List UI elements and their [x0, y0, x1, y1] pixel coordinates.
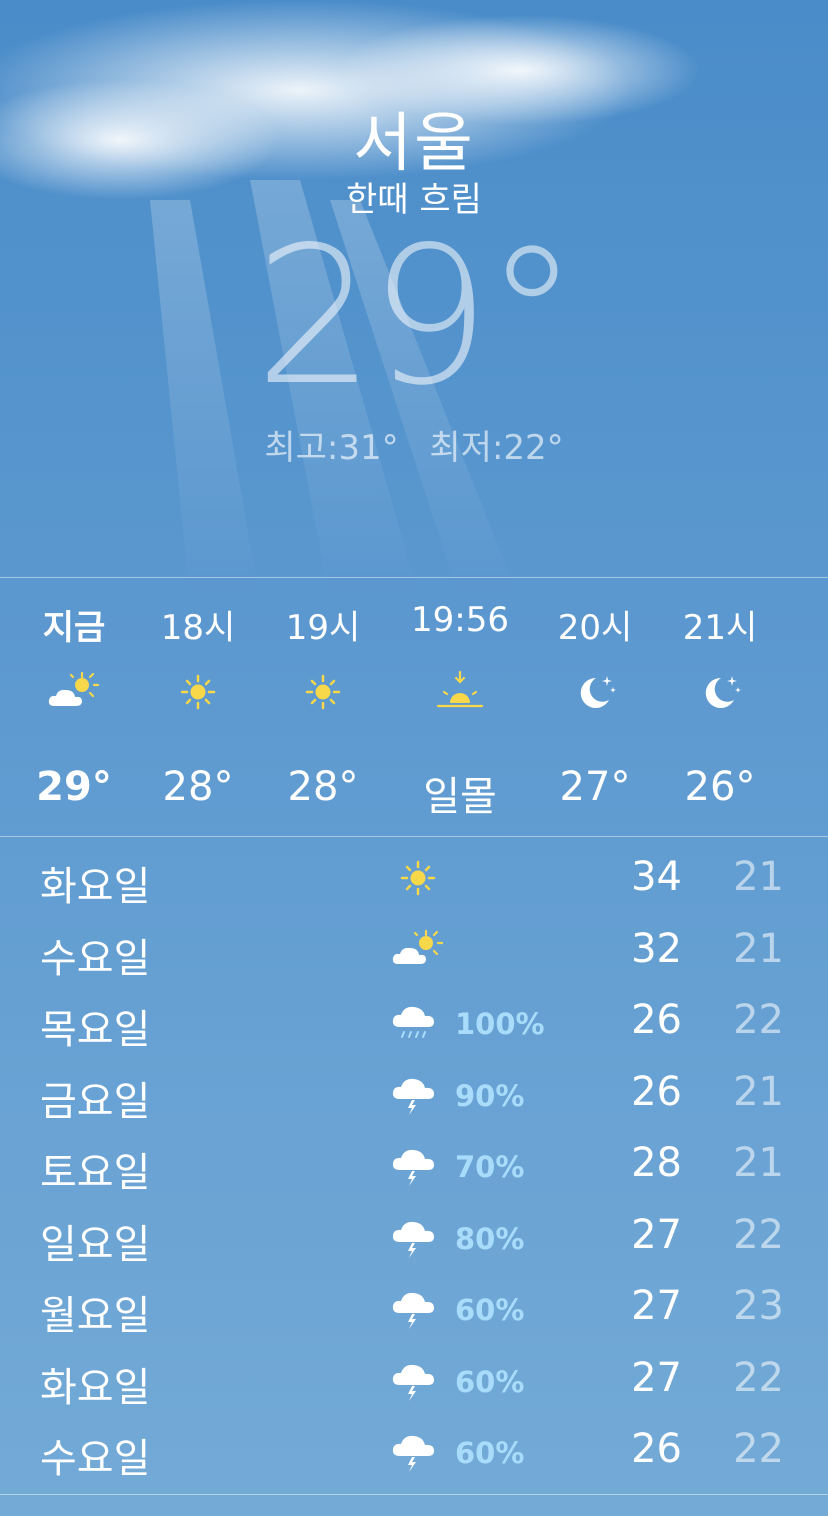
day-high: 26	[631, 997, 682, 1043]
day-name: 월요일	[40, 1293, 151, 1339]
hourly-item: 18시 28°	[138, 578, 258, 836]
day-high: 27	[631, 1354, 682, 1401]
divider	[0, 1494, 828, 1495]
day-name: 목요일	[40, 1007, 151, 1053]
high-temperature: 최고:31°	[264, 428, 399, 468]
day-name: 일요일	[40, 1221, 151, 1268]
day-high: 32	[631, 925, 682, 972]
precipitation-chance: 60%	[455, 1293, 525, 1327]
day-low: 22	[733, 1211, 784, 1258]
day-name: 수요일	[40, 935, 151, 982]
hour-temperature: 일몰	[423, 774, 497, 820]
daily-row: 토요일 70% 28 21	[0, 1128, 828, 1200]
hour-time: 20시	[557, 608, 633, 648]
hourly-item: 21시 26°	[660, 578, 780, 836]
hour-temperature: 26°	[684, 764, 756, 810]
hour-temperature: 2	[786, 764, 828, 810]
precipitation-chance: 70%	[455, 1150, 525, 1184]
sun-icon	[168, 670, 228, 714]
daily-row: 목요일 100% 26 22	[0, 985, 828, 1057]
high-low: 최고:31° 최저:22°	[0, 420, 828, 469]
daily-row: 화요일 34 21	[0, 842, 828, 914]
day-high: 28	[631, 1140, 682, 1186]
hour-time: 19:56	[411, 600, 509, 640]
sun-icon	[293, 670, 353, 714]
hour-time: 18시	[160, 608, 236, 648]
day-low: 21	[733, 1068, 784, 1115]
hourly-item: 지금 29°	[14, 578, 134, 836]
day-name: 화요일	[40, 1364, 151, 1411]
thunder-cloud-icon	[388, 1428, 444, 1474]
day-name: 수요일	[40, 1436, 151, 1482]
thunder-cloud-icon	[388, 1214, 444, 1260]
rain-cloud-icon	[388, 999, 444, 1045]
day-low: 22	[733, 1354, 784, 1401]
low-temperature: 최저:22°	[429, 428, 564, 468]
precipitation-chance: 60%	[455, 1436, 525, 1470]
hourly-forecast[interactable]: 지금 29° 18시 28° 19시 28° 19:56 일몰 20시 27° …	[0, 577, 828, 837]
day-high: 27	[631, 1211, 682, 1258]
hour-temperature: 28°	[287, 764, 359, 810]
city-name: 서울	[353, 107, 475, 181]
day-name: 토요일	[40, 1150, 151, 1196]
current-temperature: 29°	[254, 206, 580, 427]
thunder-cloud-icon	[388, 1142, 444, 1188]
precipitation-chance: 90%	[455, 1078, 525, 1113]
day-low: 22	[733, 997, 784, 1043]
precipitation-chance: 80%	[455, 1221, 525, 1256]
hour-time: 2	[786, 600, 828, 640]
hourly-item: 2 2	[786, 578, 828, 836]
daily-row: 일요일 80% 27 22	[0, 1200, 828, 1272]
daily-row: 월요일 60% 27 23	[0, 1271, 828, 1343]
daily-row: 화요일 60% 27 22	[0, 1343, 828, 1415]
daily-row: 금요일 90% 26 21	[0, 1057, 828, 1129]
precipitation-chance: 100%	[455, 1007, 545, 1041]
hour-time: 지금	[42, 608, 106, 648]
hour-time: 19시	[285, 608, 361, 648]
hourly-item: 20시 27°	[535, 578, 655, 836]
hour-temperature: 29°	[36, 764, 112, 810]
hourly-item: 19시 28°	[263, 578, 383, 836]
moon-stars-icon	[816, 670, 828, 714]
day-high: 26	[631, 1068, 682, 1115]
moon-stars-icon	[690, 670, 750, 714]
sunset-icon	[430, 670, 490, 714]
precipitation-chance: 60%	[455, 1364, 525, 1399]
day-low: 23	[733, 1283, 784, 1329]
day-name: 금요일	[40, 1078, 151, 1125]
partly-cloudy-icon	[388, 928, 444, 974]
thunder-cloud-icon	[388, 1071, 444, 1117]
hour-temperature: 28°	[162, 764, 234, 810]
day-low: 21	[733, 1140, 784, 1186]
day-high: 34	[631, 854, 682, 900]
day-high: 26	[631, 1426, 682, 1472]
partly-cloudy-icon	[44, 670, 104, 714]
sun-icon	[388, 856, 444, 902]
current-weather: 서울 한때 흐림 29° 최고:31° 최저:22°	[0, 0, 828, 576]
day-low: 21	[733, 854, 784, 900]
day-name: 화요일	[40, 864, 151, 910]
thunder-cloud-icon	[388, 1285, 444, 1331]
day-high: 27	[631, 1283, 682, 1329]
hour-temperature: 27°	[559, 764, 631, 810]
hourly-item: 19:56 일몰	[400, 578, 520, 836]
day-low: 22	[733, 1426, 784, 1472]
daily-row: 수요일 32 21	[0, 914, 828, 986]
moon-stars-icon	[565, 670, 625, 714]
hour-time: 21시	[682, 608, 758, 648]
day-low: 21	[733, 925, 784, 972]
thunder-cloud-icon	[388, 1357, 444, 1403]
daily-row: 수요일 60% 26 22	[0, 1414, 828, 1486]
